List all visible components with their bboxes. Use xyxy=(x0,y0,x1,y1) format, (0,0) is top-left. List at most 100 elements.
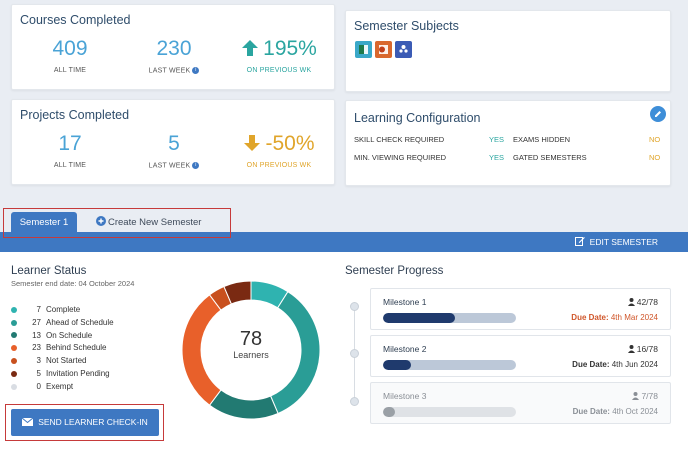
milestone-due-date: Due Date: 4th Mar 2024 xyxy=(571,313,658,322)
legend-row: 27 Ahead of Schedule xyxy=(11,318,114,328)
courses-previous-label: ON PREVIOUS WK xyxy=(246,67,312,74)
courses-all-time-label: ALL TIME xyxy=(53,67,87,74)
user-icon xyxy=(632,392,640,400)
projects-all-time-value: 17 xyxy=(58,132,82,155)
excel-icon[interactable] xyxy=(355,41,372,58)
milestone-progress-bar xyxy=(383,407,516,417)
legend-count: 7 xyxy=(36,305,41,314)
courses-last-week-label: LAST WEEK xyxy=(148,67,191,75)
legend-row: 23 Behind Schedule xyxy=(11,343,107,353)
info-icon[interactable]: i xyxy=(192,162,200,169)
milestone-count: 7/78 xyxy=(632,391,658,401)
legend-color-dot xyxy=(11,383,17,390)
donut-slice xyxy=(181,294,222,406)
legend-label: On Schedule xyxy=(46,330,93,340)
legend-color-dot xyxy=(11,345,17,352)
timeline-dot xyxy=(350,302,359,311)
semester-end-date: Semester end date: 04 October 2024 xyxy=(11,279,135,288)
milestone-due-value: 4th Jun 2024 xyxy=(611,360,658,369)
courses-previous-value: 195% xyxy=(263,37,317,60)
milestone-card[interactable]: Milestone 1 42/78 Due Date: 4th Mar 2024 xyxy=(370,288,671,330)
legend-count: 27 xyxy=(32,317,41,327)
semester-subjects-card: Semester Subjects xyxy=(345,10,671,92)
milestone-progress-bar xyxy=(383,360,516,370)
learners-total-label: Learners xyxy=(233,350,269,360)
legend-row: 0 Exempt xyxy=(11,382,73,392)
config-row-2-right-label: GATED SEMESTERS xyxy=(513,153,587,162)
milestone-count: 42/78 xyxy=(627,297,658,307)
user-icon xyxy=(627,345,635,353)
courses-completed-card: Courses Completed 409 ALL TIME 230 LAST … xyxy=(11,4,335,90)
legend-count: 23 xyxy=(32,343,41,353)
projects-last-week-label: LAST WEEK xyxy=(148,162,191,170)
courses-last-week-value: 230 xyxy=(156,37,192,60)
milestone-progress-fill xyxy=(383,407,395,417)
milestone-count: 16/78 xyxy=(627,344,658,354)
milestone-count-value: 42/78 xyxy=(636,297,658,307)
milestone-count-value: 7/78 xyxy=(641,391,658,401)
timeline-dot xyxy=(350,397,359,406)
legend-label: Invitation Pending xyxy=(46,369,110,378)
semester-subjects-title: Semester Subjects xyxy=(354,19,459,33)
timeline-dot xyxy=(350,349,359,358)
learning-configuration-title: Learning Configuration xyxy=(354,111,481,125)
milestone-due-date: Due Date: 4th Oct 2024 xyxy=(573,407,658,416)
milestone-card[interactable]: Milestone 2 16/78 Due Date: 4th Jun 2024 xyxy=(370,335,671,377)
subject-icons xyxy=(355,41,412,58)
donut-slice xyxy=(208,389,279,420)
legend-label: Exempt xyxy=(46,381,74,391)
milestone-due-date: Due Date: 4th Jun 2024 xyxy=(572,360,658,369)
projects-all-time-stat: 17 ALL TIME xyxy=(15,132,125,169)
legend-color-dot xyxy=(11,306,17,313)
milestone-due-label: Due Date: xyxy=(571,313,611,322)
legend-color-dot xyxy=(11,370,17,377)
milestone-progress-bar xyxy=(383,313,516,323)
learners-total: 78 xyxy=(239,328,263,350)
legend-count: 3 xyxy=(36,356,41,366)
courses-last-week-stat: 230 LAST WEEK i xyxy=(119,37,229,74)
config-row-2-right-value: NO xyxy=(649,153,661,162)
legend-row: 5 Invitation Pending xyxy=(11,369,110,379)
milestone-due-label: Due Date: xyxy=(572,360,612,369)
milestone-due-value: 4th Mar 2024 xyxy=(610,313,658,322)
projects-previous-stat: -50% ON PREVIOUS WK xyxy=(224,132,334,169)
milestone-progress-fill xyxy=(383,360,411,370)
edit-icon xyxy=(574,237,585,246)
milestone-card[interactable]: Milestone 3 7/78 Due Date: 4th Oct 2024 xyxy=(370,382,671,424)
legend-count: 5 xyxy=(36,369,41,378)
projects-last-week-value: 5 xyxy=(168,132,180,155)
milestone-progress-fill xyxy=(383,313,455,323)
courses-completed-title: Courses Completed xyxy=(20,13,131,27)
info-icon[interactable]: i xyxy=(192,67,200,74)
powerpoint-icon[interactable] xyxy=(375,41,392,58)
milestone-title: Milestone 3 xyxy=(383,391,427,401)
milestone-title: Milestone 2 xyxy=(383,344,427,354)
legend-color-dot xyxy=(11,332,17,339)
projects-previous-value: -50% xyxy=(265,132,315,155)
legend-label: Not Started xyxy=(46,356,87,366)
semester-progress-title: Semester Progress xyxy=(345,265,444,277)
edit-pencil-icon[interactable] xyxy=(650,106,666,122)
edit-semester-label: EDIT SEMESTER xyxy=(589,237,658,247)
tabs-highlight-box xyxy=(3,208,231,238)
teams-icon[interactable] xyxy=(395,41,412,58)
legend-row: 13 On Schedule xyxy=(11,331,92,341)
config-row-1-left-value: YES xyxy=(489,135,505,144)
config-row-2-left-label: MIN. VIEWING REQUIRED xyxy=(354,153,447,162)
courses-all-time-stat: 409 ALL TIME xyxy=(15,37,125,74)
arrow-down-icon xyxy=(244,135,261,151)
courses-previous-stat: 195% ON PREVIOUS WK xyxy=(224,37,334,74)
config-row-1-right-label: EXAMS HIDDEN xyxy=(513,135,571,144)
learner-status-title: Learner Status xyxy=(11,265,87,277)
milestone-due-value: 4th Oct 2024 xyxy=(612,407,658,416)
arrow-up-icon xyxy=(242,40,259,56)
projects-last-week-stat: 5 LAST WEEK i xyxy=(119,132,229,169)
legend-label: Complete xyxy=(46,305,81,314)
learning-configuration-card: Learning Configuration SKILL CHECK REQUI… xyxy=(345,100,671,186)
button-highlight-box xyxy=(5,404,164,441)
edit-semester-button[interactable]: EDIT SEMESTER xyxy=(574,236,658,248)
courses-all-time-value: 409 xyxy=(52,37,88,60)
projects-completed-title: Projects Completed xyxy=(20,108,130,122)
legend-count: 0 xyxy=(36,381,41,391)
legend-color-dot xyxy=(11,358,17,365)
